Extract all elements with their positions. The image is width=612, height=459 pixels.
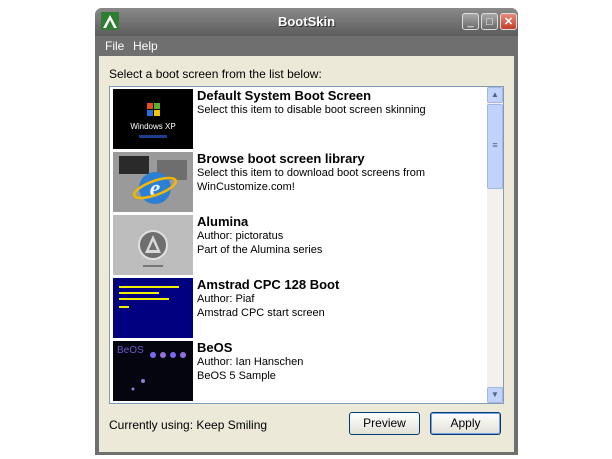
- item-description: Select this item to disable boot screen …: [197, 104, 426, 116]
- beos-thumbnail: BeOS: [113, 341, 193, 401]
- item-description-line-2: WinCustomize.com!: [197, 181, 295, 193]
- item-author: Author: Piaf: [197, 293, 255, 305]
- item-name: Browse boot screen library: [197, 151, 365, 166]
- item-name: BeOS: [197, 340, 233, 355]
- current-skin-status: Currently using: Keep Smiling: [109, 418, 268, 432]
- maximize-button[interactable]: □: [481, 13, 498, 30]
- scrollbar-thumb[interactable]: ≡: [487, 104, 503, 189]
- menu-help[interactable]: Help: [133, 39, 158, 53]
- list-item-alumina[interactable]: Alumina Author: pictoratus Part of the A…: [110, 213, 488, 276]
- item-description: Part of the Alumina series: [197, 244, 323, 256]
- item-name: Alumina: [197, 214, 249, 229]
- list-item-default-system[interactable]: Windows XP Default System Boot Screen Se…: [110, 87, 488, 150]
- scroll-up-arrow-icon[interactable]: ▲: [487, 87, 503, 103]
- list-prompt: Select a boot screen from the list below…: [109, 67, 322, 81]
- boot-screen-list[interactable]: Windows XP Default System Boot Screen Se…: [109, 86, 504, 404]
- window-title: BootSkin: [277, 14, 336, 29]
- apply-button[interactable]: Apply: [430, 412, 501, 435]
- item-author: Author: Ian Hanschen: [197, 356, 304, 368]
- menu-bar: File Help: [95, 36, 518, 56]
- internet-explorer-thumbnail: e: [113, 152, 193, 212]
- menu-file[interactable]: File: [105, 39, 124, 53]
- alumina-thumbnail: [113, 215, 193, 275]
- item-author: Author: pictoratus: [197, 230, 284, 242]
- list-item-browse-library[interactable]: e Browse boot screen library Select this…: [110, 150, 488, 213]
- thumb-beos-text: BeOS: [117, 345, 144, 356]
- thumb-windows-text: Windows XP: [130, 122, 175, 131]
- vertical-scrollbar[interactable]: ▲ ≡ ▼: [487, 87, 503, 403]
- item-name: Default System Boot Screen: [197, 88, 372, 103]
- item-description: Amstrad CPC start screen: [197, 307, 325, 319]
- list-item-beos[interactable]: BeOS BeOS Author: Ian Hanschen BeOS 5 Sa…: [110, 339, 488, 402]
- minimize-button[interactable]: _: [462, 13, 479, 30]
- list-item-amstrad[interactable]: Amstrad CPC 128 Boot Author: Piaf Amstra…: [110, 276, 488, 339]
- item-description: BeOS 5 Sample: [197, 370, 276, 382]
- close-button[interactable]: ✕: [500, 13, 517, 30]
- scroll-down-arrow-icon[interactable]: ▼: [487, 387, 503, 403]
- preview-button[interactable]: Preview: [349, 412, 420, 435]
- windows-xp-boot-thumbnail: Windows XP: [113, 89, 193, 149]
- item-name: Amstrad CPC 128 Boot: [197, 277, 340, 292]
- item-description-line-1: Select this item to download boot screen…: [197, 167, 426, 179]
- client-area: Select a boot screen from the list below…: [99, 56, 514, 452]
- title-bar[interactable]: BootSkin _ □ ✕: [95, 8, 518, 36]
- bootskin-window: BootSkin _ □ ✕ File Help Select a boot s…: [95, 8, 518, 455]
- amstrad-thumbnail: [113, 278, 193, 338]
